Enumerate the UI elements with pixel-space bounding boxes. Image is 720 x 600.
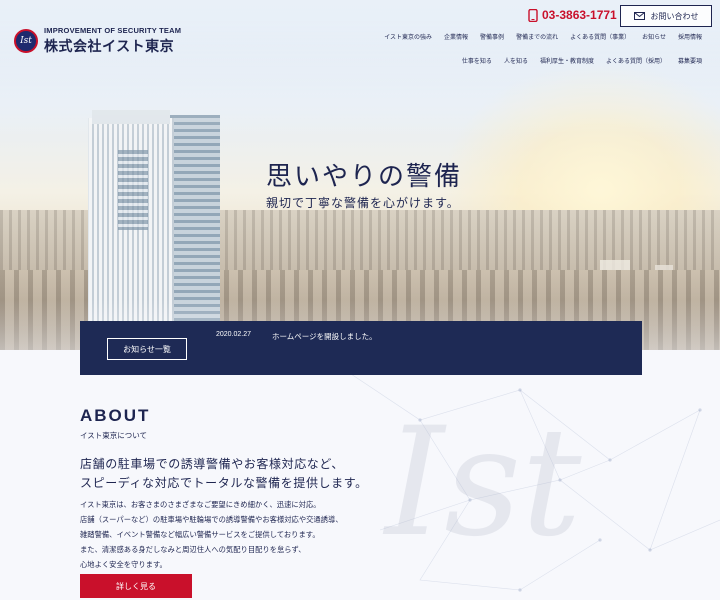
nav-item-benefits[interactable]: 福利厚生・教育制度 xyxy=(540,56,594,65)
brand-watermark: Ist xyxy=(385,396,582,570)
hero-title: 思いやりの警備 xyxy=(266,162,463,192)
about-lead-line: スピーディな対応でトータルな警備を提供します。 xyxy=(80,476,368,490)
news-date: 2020.02.27 xyxy=(216,331,252,338)
nav-item-requirements[interactable]: 募集要項 xyxy=(678,56,702,65)
about-body-line: 心地よく安全を守ります。 xyxy=(80,560,167,569)
about-body-line: また、清潔感ある身だしなみと周辺住人への気配り目配りを怠らず、 xyxy=(80,545,306,554)
secondary-nav: 仕事を知る 人を知る 福利厚生・教育制度 よくある質問（採用） 募集要項 xyxy=(462,56,702,65)
company-name: 株式会社イスト東京 xyxy=(44,39,175,55)
about-body-line: イスト東京は、お客さまのさまざまなご要望にきめ細かく、迅速に対応。 xyxy=(80,500,321,509)
about-lead: 店舗の駐車場での誘導警備やお客様対応など、 スピーディな対応でトータルな警備を提… xyxy=(80,455,368,493)
nav-item-people[interactable]: 人を知る xyxy=(504,56,528,65)
nav-item-strengths[interactable]: イスト東京の強み xyxy=(384,32,432,41)
mail-icon xyxy=(633,12,645,20)
read-more-button[interactable]: 詳しく見る xyxy=(80,574,192,598)
about-body-line: 店舗（スーパーなど）の駐車場や駐輪場での誘導警備やお客様対応や交通誘導、 xyxy=(80,515,343,524)
about-body: イスト東京は、お客さまのさまざまなご要望にきめ細かく、迅速に対応。 店舗（スーパ… xyxy=(80,497,343,572)
nav-item-news[interactable]: お知らせ xyxy=(642,32,666,41)
site-logo[interactable]: Ist IMPROVEMENT OF SECURITY TEAM 株式会社イスト… xyxy=(14,26,181,56)
phone-number[interactable]: 03-3863-1771 xyxy=(528,8,617,22)
hero-subtitle: 親切で丁寧な警備を心がけます。 xyxy=(266,196,460,210)
nav-item-job[interactable]: 仕事を知る xyxy=(462,56,492,65)
news-list-button[interactable]: お知らせ一覧 xyxy=(107,338,187,360)
logo-tagline: IMPROVEMENT OF SECURITY TEAM xyxy=(44,26,182,35)
about-heading: ABOUT xyxy=(80,406,151,425)
nav-item-company[interactable]: 企業情報 xyxy=(444,32,468,41)
about-lead-line: 店舗の駐車場での誘導警備やお客様対応など、 xyxy=(80,457,345,471)
nav-item-flow[interactable]: 警備までの流れ xyxy=(516,32,558,41)
contact-button-label: お問い合わせ xyxy=(650,11,699,21)
news-item-link[interactable]: ホームページを開設しました。 xyxy=(272,331,377,342)
nav-item-faq-recruit[interactable]: よくある質問（採用） xyxy=(606,56,666,65)
nav-item-cases[interactable]: 警備事例 xyxy=(480,32,504,41)
nav-item-faq-business[interactable]: よくある質問（事業） xyxy=(570,32,630,41)
news-band: お知らせ一覧 2020.02.27 ホームページを開設しました。 xyxy=(80,321,642,375)
logo-emblem-icon: Ist xyxy=(14,29,38,53)
about-subheading: イスト東京について xyxy=(80,431,148,440)
logo-text: IMPROVEMENT OF SECURITY TEAM 株式会社イスト東京 xyxy=(44,26,181,56)
phone-number-text: 03-3863-1771 xyxy=(542,8,617,22)
nav-item-recruit[interactable]: 採用情報 xyxy=(678,32,702,41)
about-body-line: 雑踏警備、イベント警備など幅広い警備サービスをご提供しております。 xyxy=(80,530,320,539)
primary-nav: イスト東京の強み 企業情報 警備事例 警備までの流れ よくある質問（事業） お知… xyxy=(384,32,702,41)
phone-icon xyxy=(528,8,538,22)
logo-mark-text: Ist xyxy=(20,36,32,46)
contact-button[interactable]: お問い合わせ xyxy=(620,5,712,27)
